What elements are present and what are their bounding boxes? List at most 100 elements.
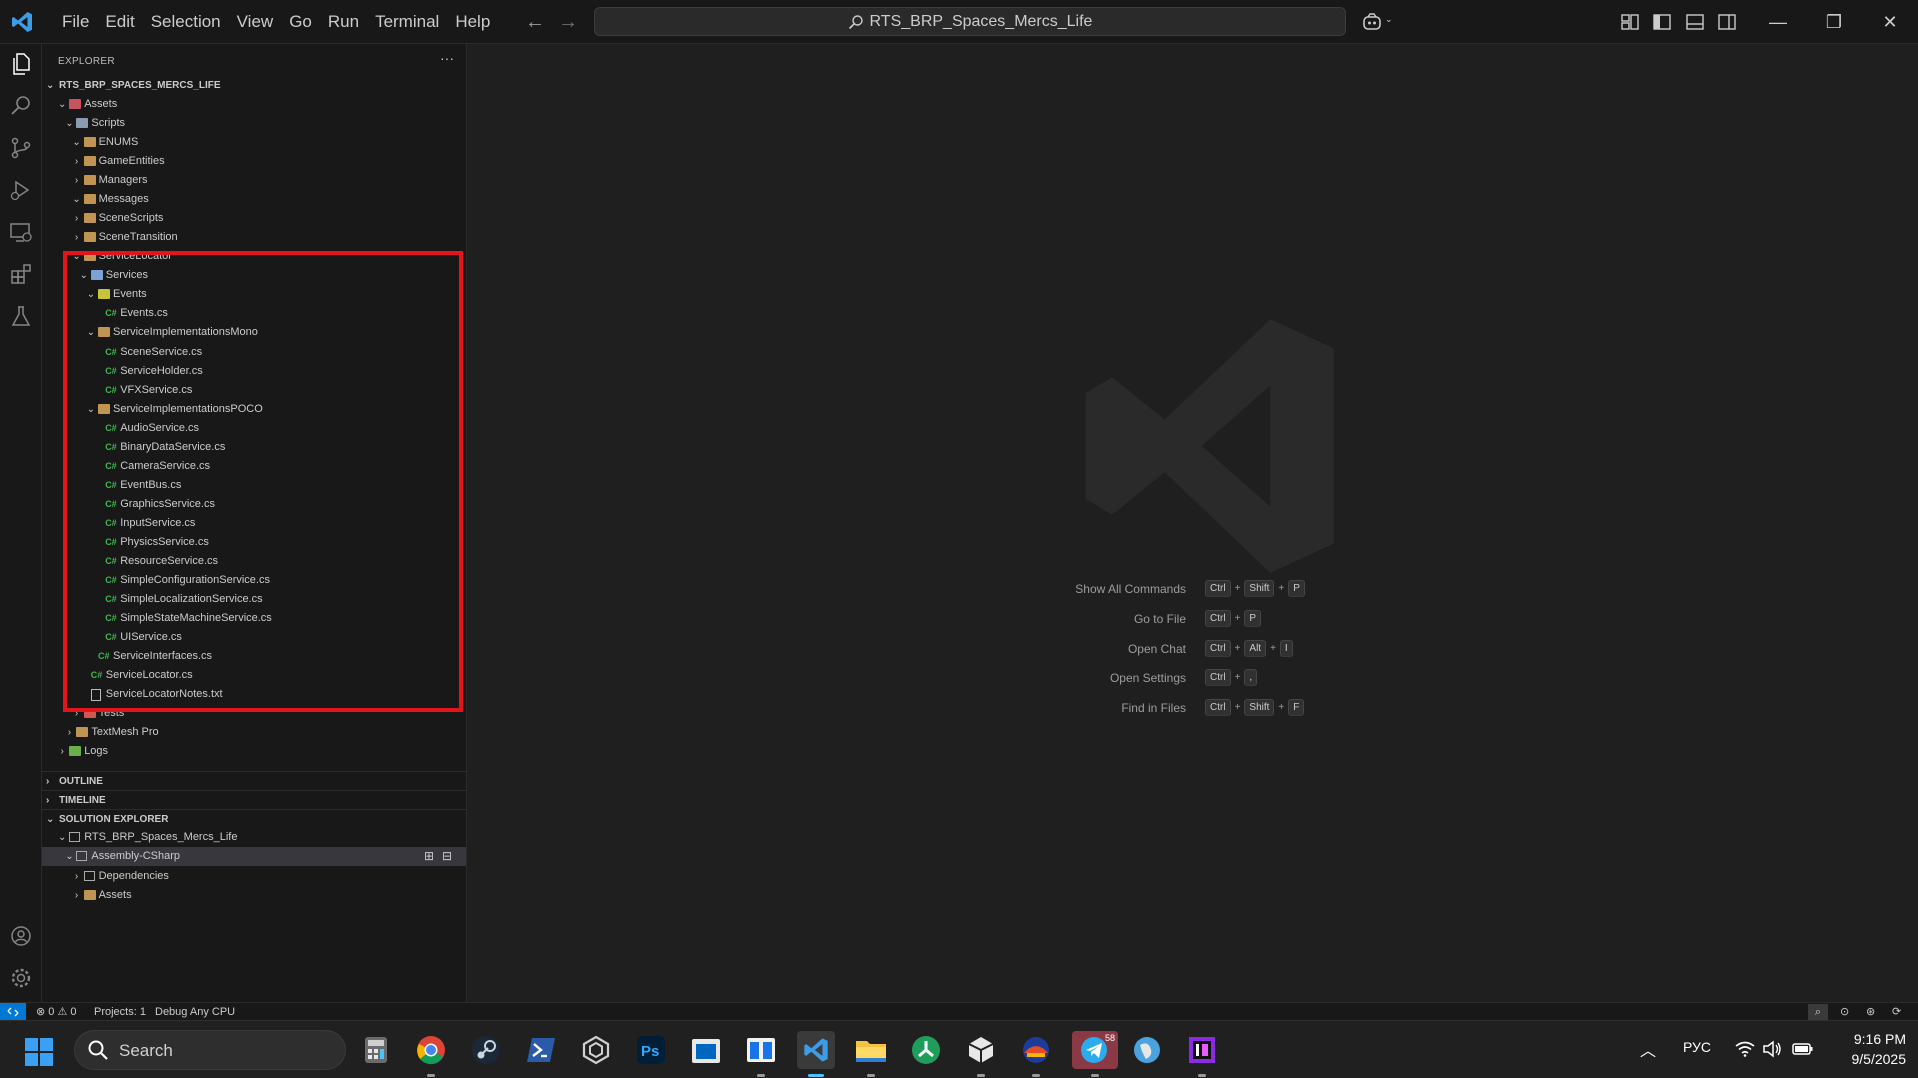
file-item[interactable]: C# SimpleStateMachineService.cs: [42, 609, 466, 628]
solution-tree-item[interactable]: › Assets: [42, 886, 466, 905]
powershell-app-icon[interactable]: [522, 1031, 560, 1069]
windows-start-icon[interactable]: [25, 1038, 53, 1066]
chevron-up-icon[interactable]: ︿: [1640, 1037, 1656, 1061]
folder-item[interactable]: › TextMesh Pro: [42, 723, 466, 742]
shortcut-hint[interactable]: Go to File Ctrl + P: [467, 609, 1918, 630]
restore-icon[interactable]: ❐: [1806, 0, 1862, 44]
shortcut-hint[interactable]: Find in Files Ctrl + Shift + F: [467, 699, 1918, 719]
zoom-icon[interactable]: ⌕: [1808, 1004, 1828, 1020]
manage-gear-icon[interactable]: [9, 966, 33, 990]
explorer-icon[interactable]: [9, 52, 33, 76]
customize-layout-icon[interactable]: [1620, 12, 1640, 32]
extension-status-icon[interactable]: ⊛: [1866, 1004, 1875, 1020]
wifi-icon[interactable]: [1735, 1041, 1755, 1057]
file-item[interactable]: C# ServiceInterfaces.cs: [42, 647, 466, 666]
file-item[interactable]: C# InputService.cs: [42, 514, 466, 533]
folder-item[interactable]: ⌄ ENUMS: [42, 133, 466, 152]
menu-view[interactable]: View: [229, 0, 282, 44]
file-item[interactable]: C# AudioService.cs: [42, 419, 466, 438]
file-item[interactable]: C# SimpleConfigurationService.cs: [42, 571, 466, 590]
folder-item[interactable]: ⌄ ServiceImplementationsMono: [42, 323, 466, 342]
toggle-panel-icon[interactable]: [1685, 12, 1705, 32]
file-item[interactable]: C# ResourceService.cs: [42, 552, 466, 571]
battery-icon[interactable]: [1792, 1041, 1814, 1057]
folder-item[interactable]: › Logs: [42, 742, 466, 761]
file-item[interactable]: ServiceLocatorNotes.txt: [42, 685, 466, 704]
new-folder-icon[interactable]: ⊟: [442, 847, 452, 866]
folder-item[interactable]: › SceneTransition: [42, 228, 466, 247]
testing-icon[interactable]: [9, 304, 33, 328]
store-app-icon[interactable]: [687, 1031, 725, 1069]
file-item[interactable]: C# UIService.cs: [42, 628, 466, 647]
command-center[interactable]: RTS_BRP_Spaces_Mercs_Life: [594, 7, 1346, 36]
chrome-app-icon[interactable]: [412, 1031, 450, 1077]
file-item[interactable]: C# PhysicsService.cs: [42, 533, 466, 552]
source-control-icon[interactable]: [9, 136, 33, 160]
file-item[interactable]: C# SimpleLocalizationService.cs: [42, 590, 466, 609]
system-clock[interactable]: 9:16 PM 9/5/2025: [1852, 1029, 1907, 1069]
file-item[interactable]: C# EventBus.cs: [42, 476, 466, 495]
calculator-app-icon[interactable]: [357, 1031, 395, 1069]
shortcut-hint[interactable]: Open Settings Ctrl +,: [467, 669, 1918, 689]
file-item[interactable]: C# GraphicsService.cs: [42, 495, 466, 514]
menu-file[interactable]: File: [54, 0, 97, 44]
solution-explorer-section-header[interactable]: ⌄ SOLUTION EXPLORER: [42, 809, 466, 828]
close-icon[interactable]: ✕: [1862, 0, 1918, 44]
folder-item[interactable]: ⌄ Assets: [42, 95, 466, 114]
green-app-icon[interactable]: [907, 1031, 945, 1069]
projects-indicator[interactable]: Projects: 1: [94, 1004, 146, 1020]
window-app-icon[interactable]: [742, 1031, 780, 1077]
menu-go[interactable]: Go: [281, 0, 320, 44]
run-debug-icon[interactable]: [9, 178, 33, 202]
photoshop-app-icon[interactable]: Ps: [632, 1031, 670, 1069]
folder-item[interactable]: ⌄ ServiceImplementationsPOCO: [42, 400, 466, 419]
file-item[interactable]: C# BinaryDataService.cs: [42, 438, 466, 457]
folder-item[interactable]: › SceneScripts: [42, 209, 466, 228]
menu-run[interactable]: Run: [320, 0, 367, 44]
folder-item[interactable]: ⌄ ServiceLocator: [42, 247, 466, 266]
solution-tree-item[interactable]: ⌄ Assembly-CSharp ⊞ ⊟: [42, 847, 466, 867]
file-item[interactable]: C# SceneService.cs: [42, 343, 466, 362]
menu-help[interactable]: Help: [447, 0, 498, 44]
menu-edit[interactable]: Edit: [97, 0, 142, 44]
notifications-icon[interactable]: ⟳: [1892, 1004, 1901, 1020]
file-item[interactable]: C# VFXService.cs: [42, 381, 466, 400]
extensions-icon[interactable]: [9, 262, 33, 286]
workspace-root-header[interactable]: ⌄ RTS_BRP_SPACES_MERCS_LIFE: [42, 76, 466, 95]
rider-app-icon[interactable]: [1183, 1031, 1221, 1077]
folder-item[interactable]: ⌄ Events: [42, 285, 466, 304]
timeline-section-header[interactable]: › TIMELINE: [42, 790, 466, 809]
game-app-icon[interactable]: [1017, 1031, 1055, 1077]
volume-icon[interactable]: [1762, 1040, 1782, 1058]
solution-tree-item[interactable]: ⌄ RTS_BRP_Spaces_Mercs_Life: [42, 828, 466, 847]
file-explorer-app-icon[interactable]: [852, 1031, 890, 1077]
telegram-app-icon[interactable]: 58: [1072, 1031, 1118, 1077]
menu-selection[interactable]: Selection: [143, 0, 229, 44]
solution-tree-item[interactable]: › Dependencies: [42, 867, 466, 886]
folder-item[interactable]: ⌄ Scripts: [42, 114, 466, 133]
copilot-icon[interactable]: [1362, 12, 1382, 32]
folder-item[interactable]: ⌄ Messages: [42, 190, 466, 209]
new-file-icon[interactable]: ⊞: [424, 847, 434, 866]
outline-section-header[interactable]: › OUTLINE: [42, 771, 466, 790]
accounts-icon[interactable]: [9, 924, 33, 948]
search-view-icon[interactable]: [9, 94, 33, 118]
copilot-status-icon[interactable]: ⊙: [1840, 1004, 1849, 1020]
taskbar-search-box[interactable]: Search: [74, 1030, 346, 1070]
file-item[interactable]: C# CameraService.cs: [42, 457, 466, 476]
toggle-primary-sidebar-icon[interactable]: [1652, 12, 1672, 32]
vscode-app-icon[interactable]: [797, 1031, 835, 1077]
folder-item[interactable]: › GameEntities: [42, 152, 466, 171]
maps-app-icon[interactable]: [1128, 1031, 1166, 1069]
unity-app-icon[interactable]: [962, 1031, 1000, 1077]
folder-item[interactable]: › Managers: [42, 171, 466, 190]
menu-terminal[interactable]: Terminal: [367, 0, 447, 44]
forward-arrow-icon[interactable]: →: [558, 10, 578, 34]
more-actions-icon[interactable]: ···: [440, 50, 454, 66]
problems-indicator[interactable]: ⊗ 0 ⚠ 0: [36, 1004, 77, 1020]
unity-hub-app-icon[interactable]: [577, 1031, 615, 1069]
shortcut-hint[interactable]: Open Chat Ctrl + Alt + I: [467, 639, 1918, 660]
file-item[interactable]: C# ServiceLocator.cs: [42, 666, 466, 685]
remote-explorer-icon[interactable]: [9, 220, 33, 244]
back-arrow-icon[interactable]: ←: [525, 10, 545, 34]
